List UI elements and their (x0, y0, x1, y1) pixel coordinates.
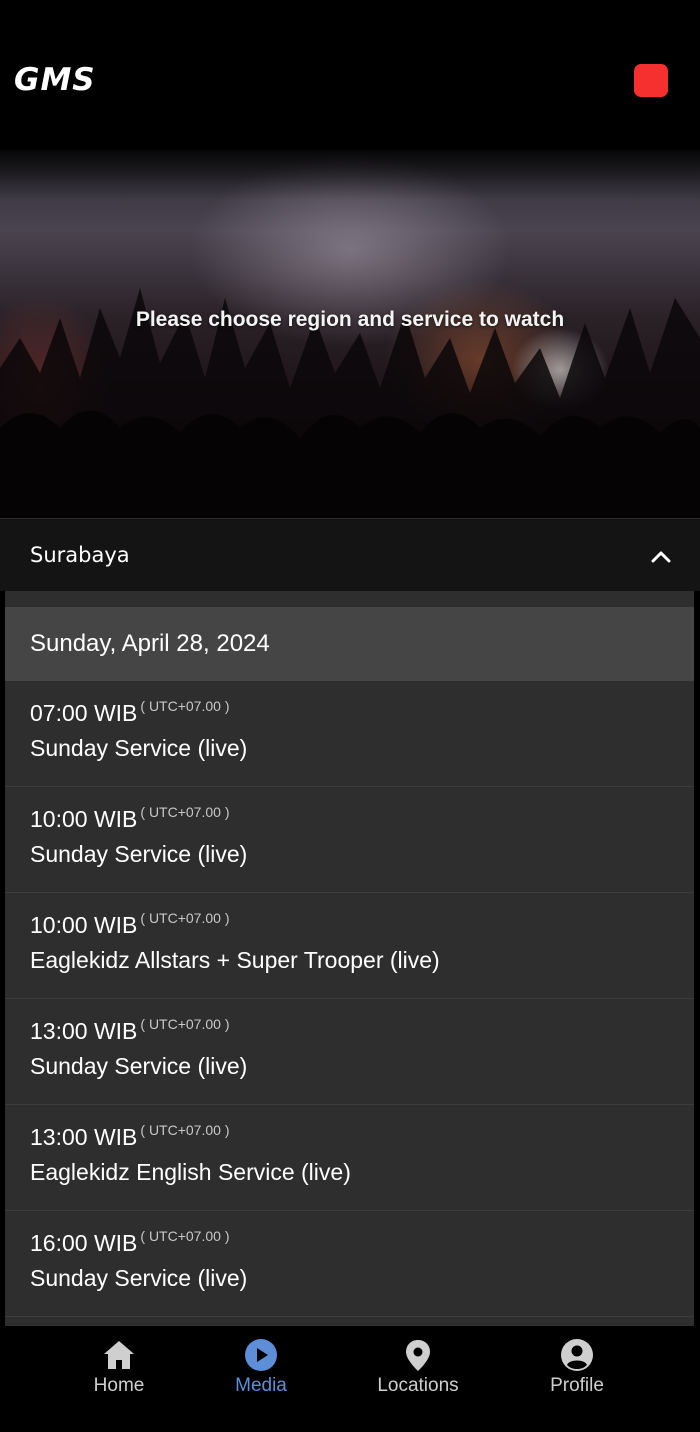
service-title: Sunday Service (live) (30, 1265, 248, 1291)
nav-profile[interactable]: Profile (507, 1338, 647, 1397)
service-timezone: ( UTC+07.00 ) (140, 804, 230, 820)
service-time: 13:00 WIB (30, 1124, 138, 1150)
service-item[interactable]: 16:00 WIB( UTC+07.00 ) Sunday Service (l… (5, 1211, 694, 1317)
app-logo[interactable]: GMS (14, 62, 96, 98)
bottom-nav: Home Media Locations Profile (0, 1326, 700, 1432)
region-name: Surabaya (30, 543, 130, 567)
nav-media[interactable]: Media (191, 1338, 331, 1397)
region-selector[interactable]: Surabaya (0, 518, 700, 591)
service-item[interactable]: 10:00 WIB( UTC+07.00 ) Eaglekidz Allstar… (5, 893, 694, 999)
service-title: Eaglekidz English Service (live) (30, 1159, 351, 1185)
service-time: 13:00 WIB (30, 1018, 138, 1044)
service-item[interactable]: 07:00 WIB( UTC+07.00 ) Sunday Service (l… (5, 681, 694, 787)
service-timezone: ( UTC+07.00 ) (140, 698, 230, 714)
chevron-up-icon[interactable] (651, 548, 671, 564)
nav-label-media: Media (235, 1375, 287, 1396)
service-title: Sunday Service (live) (30, 841, 248, 867)
nav-label-profile: Profile (550, 1375, 604, 1396)
hero-message: Please choose region and service to watc… (135, 308, 565, 331)
date-header: Sunday, April 28, 2024 (5, 607, 694, 681)
date-label: Sunday, April 28, 2024 (30, 630, 270, 657)
record-icon[interactable] (634, 64, 668, 97)
service-title: Sunday Service (live) (30, 1053, 248, 1079)
service-list: Sunday, April 28, 2024 07:00 WIB( UTC+07… (5, 591, 694, 1326)
nav-label-home: Home (93, 1375, 145, 1396)
service-item[interactable]: 10:00 WIB( UTC+07.00 ) Sunday Service (l… (5, 787, 694, 893)
service-item[interactable]: 13:00 WIB( UTC+07.00 ) Eaglekidz English… (5, 1105, 694, 1211)
service-timezone: ( UTC+07.00 ) (140, 910, 230, 926)
service-time: 07:00 WIB (30, 700, 138, 726)
nav-locations[interactable]: Locations (348, 1338, 488, 1397)
service-timezone: ( UTC+07.00 ) (140, 1228, 230, 1244)
service-time: 16:00 WIB (30, 1230, 138, 1256)
nav-label-locations: Locations (377, 1375, 459, 1396)
user-circle-icon (561, 1339, 593, 1371)
service-timezone: ( UTC+07.00 ) (140, 1016, 230, 1032)
service-time: 10:00 WIB (30, 912, 138, 938)
hero-banner: Please choose region and service to watc… (0, 130, 700, 518)
play-circle-icon (245, 1339, 277, 1371)
home-icon (104, 1341, 134, 1369)
map-pin-icon (406, 1340, 430, 1371)
service-time: 10:00 WIB (30, 806, 138, 832)
service-item[interactable]: 13:00 WIB( UTC+07.00 ) Sunday Service (l… (5, 999, 694, 1105)
service-title: Eaglekidz Allstars + Super Trooper (live… (30, 947, 440, 973)
service-title: Sunday Service (live) (30, 735, 248, 761)
app-header: GMS (0, 0, 700, 150)
service-timezone: ( UTC+07.00 ) (140, 1122, 230, 1138)
nav-home[interactable]: Home (49, 1338, 189, 1397)
